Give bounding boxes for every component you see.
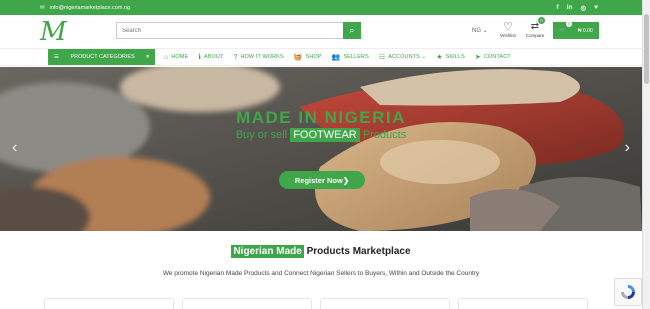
nav-label: ABOUT xyxy=(204,54,224,60)
register-label: Register Now xyxy=(294,175,343,185)
cart-total: ₦ 0.00 xyxy=(578,27,593,34)
site-logo[interactable]: M xyxy=(40,18,100,46)
compare-button[interactable]: 0 ⇄ Compare xyxy=(523,17,547,38)
star-icon: ★ xyxy=(436,54,443,61)
slider-prev-arrow[interactable]: ‹ xyxy=(12,139,17,157)
page: ✉ info@nigeriamarketplace.com.ng f in ◎ … xyxy=(0,0,642,309)
nav-label: SHOP xyxy=(305,54,322,60)
compare-count-badge: 0 xyxy=(538,17,545,24)
section-heading: Nigerian Made Products Marketplace xyxy=(0,245,642,258)
question-icon: ? xyxy=(233,53,238,61)
wishlist-button[interactable]: ♡ Wishlist xyxy=(497,21,519,38)
nav-label: SKILLS xyxy=(445,54,465,60)
nav-home[interactable]: ⌂ HOME xyxy=(159,53,193,61)
feature-cards xyxy=(44,298,588,309)
search-button[interactable]: ⌕ xyxy=(343,22,361,39)
hero-sub-prefix: Buy or sell xyxy=(235,129,288,141)
feature-card[interactable] xyxy=(458,298,588,309)
home-icon: ⌂ xyxy=(164,53,169,61)
nav-items: ⌂ HOME ℹ ABOUT ? HOW IT WORKS 🧺 SHOP 👥 SELLER… xyxy=(159,53,516,62)
users-icon: 👥 xyxy=(331,54,341,61)
nav-label: ACCOUNTS ⌄ xyxy=(388,54,427,60)
product-categories-button[interactable]: ☰ PRODUCT CATEGORIES ▾ xyxy=(48,49,155,65)
nav-shop[interactable]: 🧺 SHOP xyxy=(289,53,327,61)
page-scrollbar[interactable] xyxy=(642,0,650,309)
send-icon: ➤ xyxy=(474,54,481,61)
mail-icon: ✉ xyxy=(40,4,45,11)
hero-background-image xyxy=(0,67,642,231)
section-description: We promote Nigerian Made Products and Co… xyxy=(162,270,480,277)
hero-slider: ‹ › MADE IN NIGERIA Buy or sell FOOTWEAR… xyxy=(0,67,642,231)
cart-icon: 🛒 xyxy=(559,27,566,34)
search-icon: ⌕ xyxy=(349,25,355,35)
feature-card[interactable] xyxy=(320,298,450,309)
nav-label: SELLERS xyxy=(343,54,369,60)
product-categories-label: PRODUCT CATEGORIES xyxy=(70,54,135,60)
social-links: f in ◎ ♥ xyxy=(557,4,598,12)
nav-about[interactable]: ℹ ABOUT xyxy=(193,53,228,61)
nav-sellers[interactable]: 👥 SELLERS xyxy=(327,53,374,61)
nav-contact[interactable]: ➤ CONTACT xyxy=(470,53,516,61)
heading-rest: Products Marketplace xyxy=(306,246,411,257)
main-nav: ☰ PRODUCT CATEGORIES ▾ ⌂ HOME ℹ ABOUT ? HOW… xyxy=(0,48,642,66)
cart-button[interactable]: 🛒 0 ₦ 0.00 xyxy=(553,21,599,39)
chevron-down-icon: ▾ xyxy=(146,54,149,60)
info-icon: ℹ xyxy=(198,54,201,61)
feature-card[interactable] xyxy=(182,298,312,309)
register-now-button[interactable]: Register Now ❯ xyxy=(279,171,365,189)
heart-icon: ♡ xyxy=(503,21,513,33)
menu-icon: ☰ xyxy=(54,54,59,60)
top-bar: ✉ info@nigeriamarketplace.com.ng f in ◎ … xyxy=(0,0,642,15)
nav-accounts[interactable]: ☷ ACCOUNTS ⌄ xyxy=(374,53,431,61)
nav-how-it-works[interactable]: ? HOW IT WORKS xyxy=(228,53,288,61)
heading-highlight: Nigerian Made xyxy=(231,245,304,258)
search-input[interactable] xyxy=(116,22,343,39)
feature-card[interactable] xyxy=(44,298,174,309)
facebook-icon[interactable]: f xyxy=(557,4,559,12)
nav-label: CONTACT xyxy=(483,54,511,60)
header: M ⌕ NG ⌄ ♡ Wishlist 0 ⇄ Compare 🛒 0 ₦ 0.… xyxy=(0,15,642,48)
flag-label: NG xyxy=(472,28,481,34)
hero-title: MADE IN NIGERIA xyxy=(236,108,406,127)
scrollbar-thumb[interactable] xyxy=(644,14,649,84)
recaptcha-icon xyxy=(621,285,635,299)
wishlist-label: Wishlist xyxy=(500,33,516,38)
currency-selector[interactable]: NG ⌄ xyxy=(472,27,488,34)
accounts-icon: ☷ xyxy=(378,54,386,61)
instagram-icon[interactable]: ◎ xyxy=(580,4,586,12)
slider-next-arrow[interactable]: › xyxy=(625,139,630,157)
hero-sub-suffix: Products xyxy=(362,129,407,141)
hero-subtitle: Buy or sell FOOTWEAR Products xyxy=(226,128,416,142)
search-bar: ⌕ xyxy=(116,22,361,39)
linkedin-icon[interactable]: in xyxy=(567,4,573,12)
hero-sub-highlight: FOOTWEAR xyxy=(290,128,360,142)
chevron-right-icon: ❯ xyxy=(342,175,350,185)
basket-icon: 🧺 xyxy=(293,54,303,61)
nav-skills[interactable]: ★ SKILLS xyxy=(431,53,470,61)
twitter-icon[interactable]: ♥ xyxy=(594,4,598,12)
cart-count-badge: 0 xyxy=(566,21,572,27)
recaptcha-badge[interactable] xyxy=(614,278,642,306)
email-text: info@nigeriamarketplace.com.ng xyxy=(49,4,131,11)
nav-label: HOME xyxy=(171,54,189,60)
contact-email[interactable]: ✉ info@nigeriamarketplace.com.ng xyxy=(40,5,130,11)
compare-label: Compare xyxy=(525,33,545,38)
nav-label: HOW IT WORKS xyxy=(240,54,284,60)
